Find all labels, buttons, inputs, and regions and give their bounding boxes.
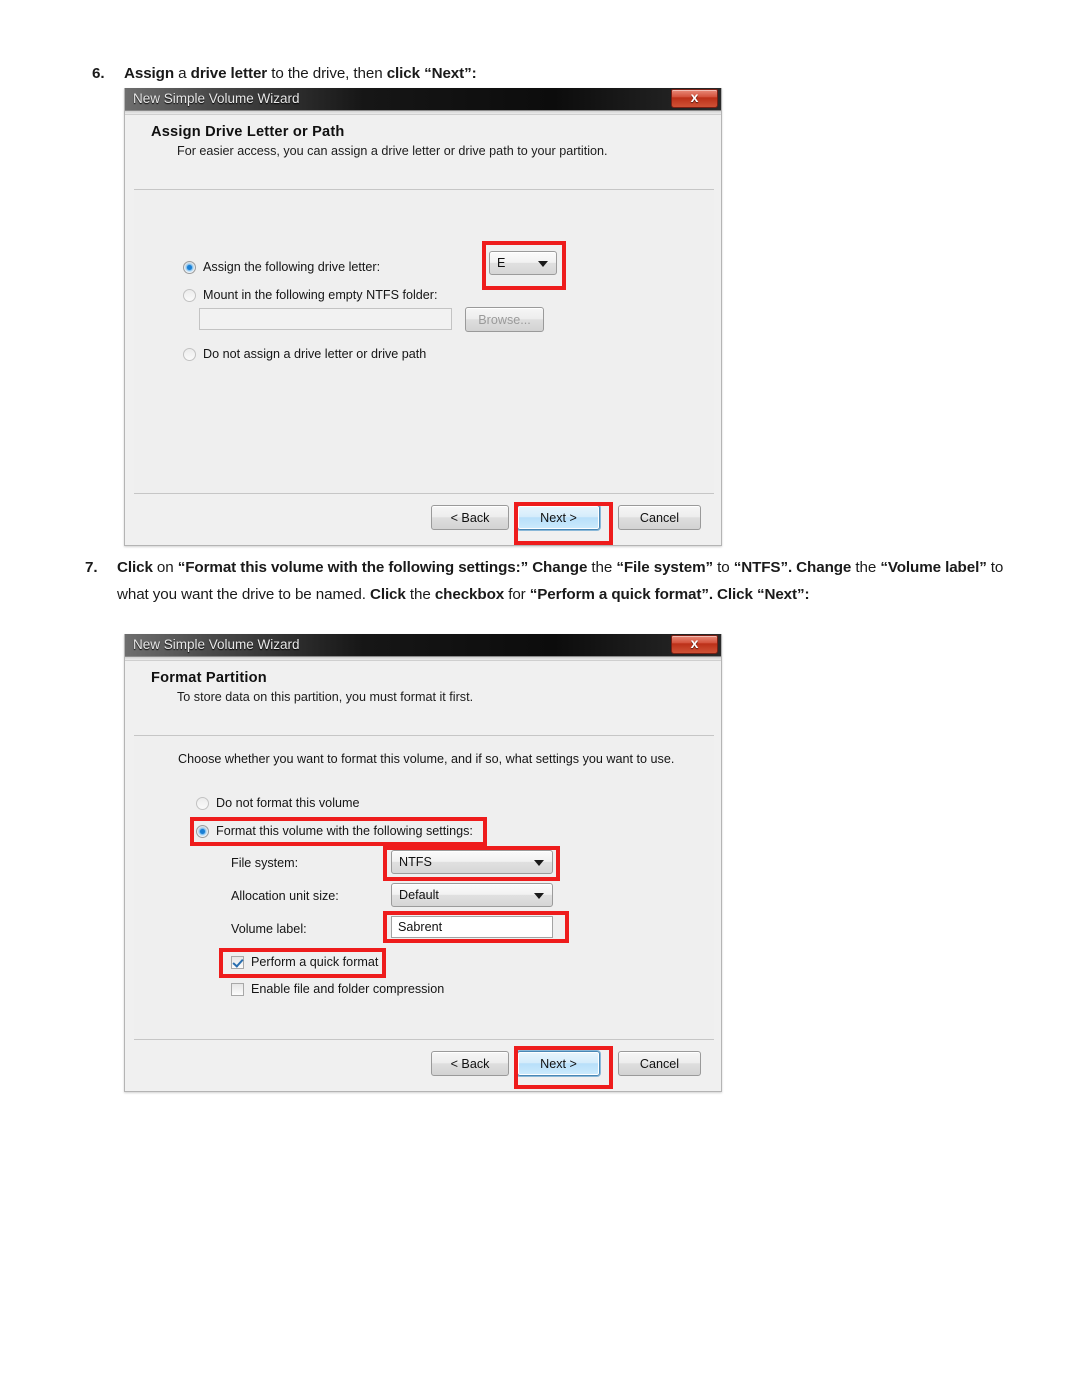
checkbox-perform-quick-format-label: Perform a quick format <box>251 955 379 969</box>
wizard1-heading: Assign Drive Letter or Path <box>151 124 345 140</box>
wizard1-header: Assign Drive Letter or Path For easier a… <box>125 115 721 158</box>
radio-format-with-settings-label: Format this volume with the following se… <box>216 824 473 838</box>
wizard2-header: Format Partition To store data on this p… <box>125 661 721 704</box>
radio-mount-ntfs-folder-indicator <box>183 288 196 302</box>
wizard2-heading: Format Partition <box>151 670 267 686</box>
cancel-button[interactable]: Cancel <box>618 1051 701 1076</box>
step-7-instruction: 7. Click on “Format this volume with the… <box>85 554 1030 608</box>
step-6-instruction: 6. Assign a drive letter to the drive, t… <box>92 60 992 87</box>
checkbox-enable-compression-label: Enable file and folder compression <box>251 982 445 996</box>
new-simple-volume-wizard-format-partition: New Simple Volume Wizard x Format Partit… <box>124 634 722 1092</box>
file-system-combo[interactable]: NTFS <box>391 850 553 874</box>
file-system-combo-value: NTFS <box>399 855 432 869</box>
wizard1-titlebar: New Simple Volume Wizard x <box>125 88 721 111</box>
wizard2-title: New Simple Volume Wizard <box>133 637 300 652</box>
format-intro-text: Choose whether you want to format this v… <box>178 752 675 766</box>
back-button[interactable]: < Back <box>431 1051 509 1076</box>
checkbox-perform-quick-format-indicator <box>231 955 244 969</box>
close-icon-glyph: x <box>690 89 699 105</box>
back-button-label: < Back <box>450 1056 490 1071</box>
checkbox-enable-compression[interactable]: Enable file and folder compression <box>231 982 444 996</box>
chevron-down-icon <box>534 893 544 899</box>
radio-format-with-settings-indicator <box>196 824 209 838</box>
close-icon[interactable]: x <box>671 89 718 108</box>
wizard1-footer: < Back Next > Cancel <box>125 493 721 545</box>
radio-assign-drive-letter-indicator <box>183 260 196 274</box>
wizard2-subheading: To store data on this partition, you mus… <box>177 690 474 704</box>
wizard1-subheading: For easier access, you can assign a driv… <box>177 144 608 158</box>
wizard1-title: New Simple Volume Wizard <box>133 91 300 106</box>
checkbox-enable-compression-indicator <box>231 982 244 996</box>
radio-do-not-format-label: Do not format this volume <box>216 796 360 810</box>
wizard2-content-panel: Choose whether you want to format this v… <box>134 735 714 1040</box>
cancel-button-label: Cancel <box>639 510 680 525</box>
wizard2-footer: < Back Next > Cancel <box>125 1039 721 1091</box>
close-icon-glyph: x <box>690 635 699 651</box>
chevron-down-icon <box>538 261 548 267</box>
volume-label-input[interactable]: Sabrent <box>391 916 553 938</box>
file-system-label: File system: <box>231 856 299 870</box>
wizard1-content-panel: Assign the following drive letter: E Mou… <box>134 189 714 494</box>
cancel-button[interactable]: Cancel <box>618 505 701 530</box>
close-icon[interactable]: x <box>671 635 718 654</box>
volume-label-input-value: Sabrent <box>398 920 443 934</box>
cancel-button-label: Cancel <box>639 1056 680 1071</box>
radio-assign-drive-letter[interactable]: Assign the following drive letter: <box>183 260 380 274</box>
drive-letter-combo-value: E <box>497 256 506 270</box>
wizard2-titlebar: New Simple Volume Wizard x <box>125 634 721 657</box>
step-6-text: Assign a drive letter to the drive, then… <box>124 65 477 82</box>
radio-mount-ntfs-folder[interactable]: Mount in the following empty NTFS folder… <box>183 288 438 302</box>
radio-format-with-settings[interactable]: Format this volume with the following se… <box>196 824 473 838</box>
radio-do-not-format[interactable]: Do not format this volume <box>196 796 360 810</box>
allocation-unit-size-combo[interactable]: Default <box>391 883 553 907</box>
radio-no-drive-letter-indicator <box>183 347 196 361</box>
checkbox-perform-quick-format[interactable]: Perform a quick format <box>231 955 378 969</box>
step-7-text: Click on “Format this volume with the fo… <box>117 559 1004 603</box>
chevron-down-icon <box>534 860 544 866</box>
radio-assign-drive-letter-label: Assign the following drive letter: <box>203 260 381 274</box>
next-button[interactable]: Next > <box>517 1051 600 1076</box>
step-7-number: 7. <box>85 559 98 576</box>
volume-label-label: Volume label: <box>231 922 307 936</box>
mount-path-input[interactable] <box>199 308 452 330</box>
radio-do-not-format-indicator <box>196 796 209 810</box>
drive-letter-combo[interactable]: E <box>489 251 557 275</box>
new-simple-volume-wizard-assign-drive-letter: New Simple Volume Wizard x Assign Drive … <box>124 88 722 546</box>
next-button-label: Next > <box>540 510 577 525</box>
step-6-number: 6. <box>92 65 105 82</box>
next-button[interactable]: Next > <box>517 505 600 530</box>
next-button-label: Next > <box>540 1056 577 1071</box>
back-button[interactable]: < Back <box>431 505 509 530</box>
radio-mount-ntfs-folder-label: Mount in the following empty NTFS folder… <box>203 288 438 302</box>
radio-no-drive-letter[interactable]: Do not assign a drive letter or drive pa… <box>183 347 426 361</box>
browse-button-label: Browse... <box>478 312 531 327</box>
browse-button[interactable]: Browse... <box>465 307 544 332</box>
back-button-label: < Back <box>450 510 490 525</box>
allocation-unit-size-label: Allocation unit size: <box>231 889 339 903</box>
allocation-unit-size-combo-value: Default <box>399 888 439 902</box>
radio-no-drive-letter-label: Do not assign a drive letter or drive pa… <box>203 347 427 361</box>
